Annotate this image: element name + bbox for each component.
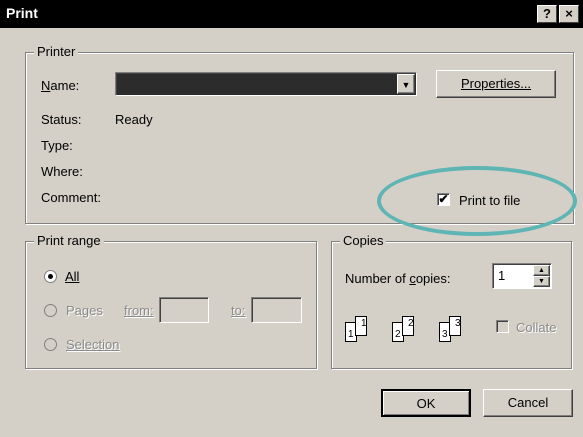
to-input[interactable] <box>251 297 302 323</box>
title-bar: Print ? × <box>0 0 583 28</box>
name-label: Name: <box>41 78 80 93</box>
all-label: All <box>65 269 80 284</box>
cancel-button[interactable]: Cancel <box>483 389 573 417</box>
collate-checkbox[interactable] <box>496 320 509 333</box>
copies-group: Copies <box>331 233 572 369</box>
copies-stepper[interactable]: 1 ▲ ▼ <box>492 263 552 289</box>
print-range-group-label: Print range <box>34 233 104 248</box>
number-of-copies-label: Number of copies: <box>345 271 451 286</box>
chevron-down-icon: ▼ <box>538 278 545 285</box>
copies-group-label: Copies <box>340 233 387 248</box>
print-dialog: Print ? × Printer Name: ▼ Properties... … <box>0 0 583 437</box>
to-label: to: <box>231 303 246 318</box>
comment-label: Comment: <box>41 190 101 205</box>
printer-group-label: Printer <box>34 44 79 59</box>
copies-value: 1 <box>498 268 506 283</box>
from-label: from: <box>124 303 154 318</box>
close-button[interactable]: × <box>559 5 579 23</box>
pages-label: Pages <box>66 303 103 318</box>
where-label: Where: <box>41 164 83 179</box>
selection-radio[interactable] <box>44 338 57 351</box>
print-to-file-checkbox[interactable]: ✔ <box>437 193 450 206</box>
stepper-up-button[interactable]: ▲ <box>533 265 550 276</box>
pages-radio[interactable] <box>44 304 57 317</box>
properties-button-label: Properties... <box>460 76 532 91</box>
print-to-file-label: Print to file <box>459 193 521 208</box>
selection-label: Selection <box>66 337 120 352</box>
status-value: Ready <box>115 112 153 127</box>
printer-dropdown-button[interactable]: ▼ <box>397 74 415 94</box>
ok-button[interactable]: OK <box>381 389 471 417</box>
properties-button[interactable]: Properties... <box>436 70 556 98</box>
help-button[interactable]: ? <box>537 5 557 23</box>
status-label: Status: <box>41 112 82 127</box>
stepper-down-button[interactable]: ▼ <box>533 276 550 287</box>
all-radio[interactable] <box>44 270 57 283</box>
window-title: Print <box>6 5 38 21</box>
collate-label: Collate <box>516 320 557 335</box>
type-label: Type: <box>41 138 73 153</box>
chevron-up-icon: ▲ <box>538 267 545 274</box>
printer-name-select[interactable]: ▼ <box>115 72 417 96</box>
from-input[interactable] <box>159 297 209 323</box>
chevron-down-icon: ▼ <box>401 80 411 90</box>
